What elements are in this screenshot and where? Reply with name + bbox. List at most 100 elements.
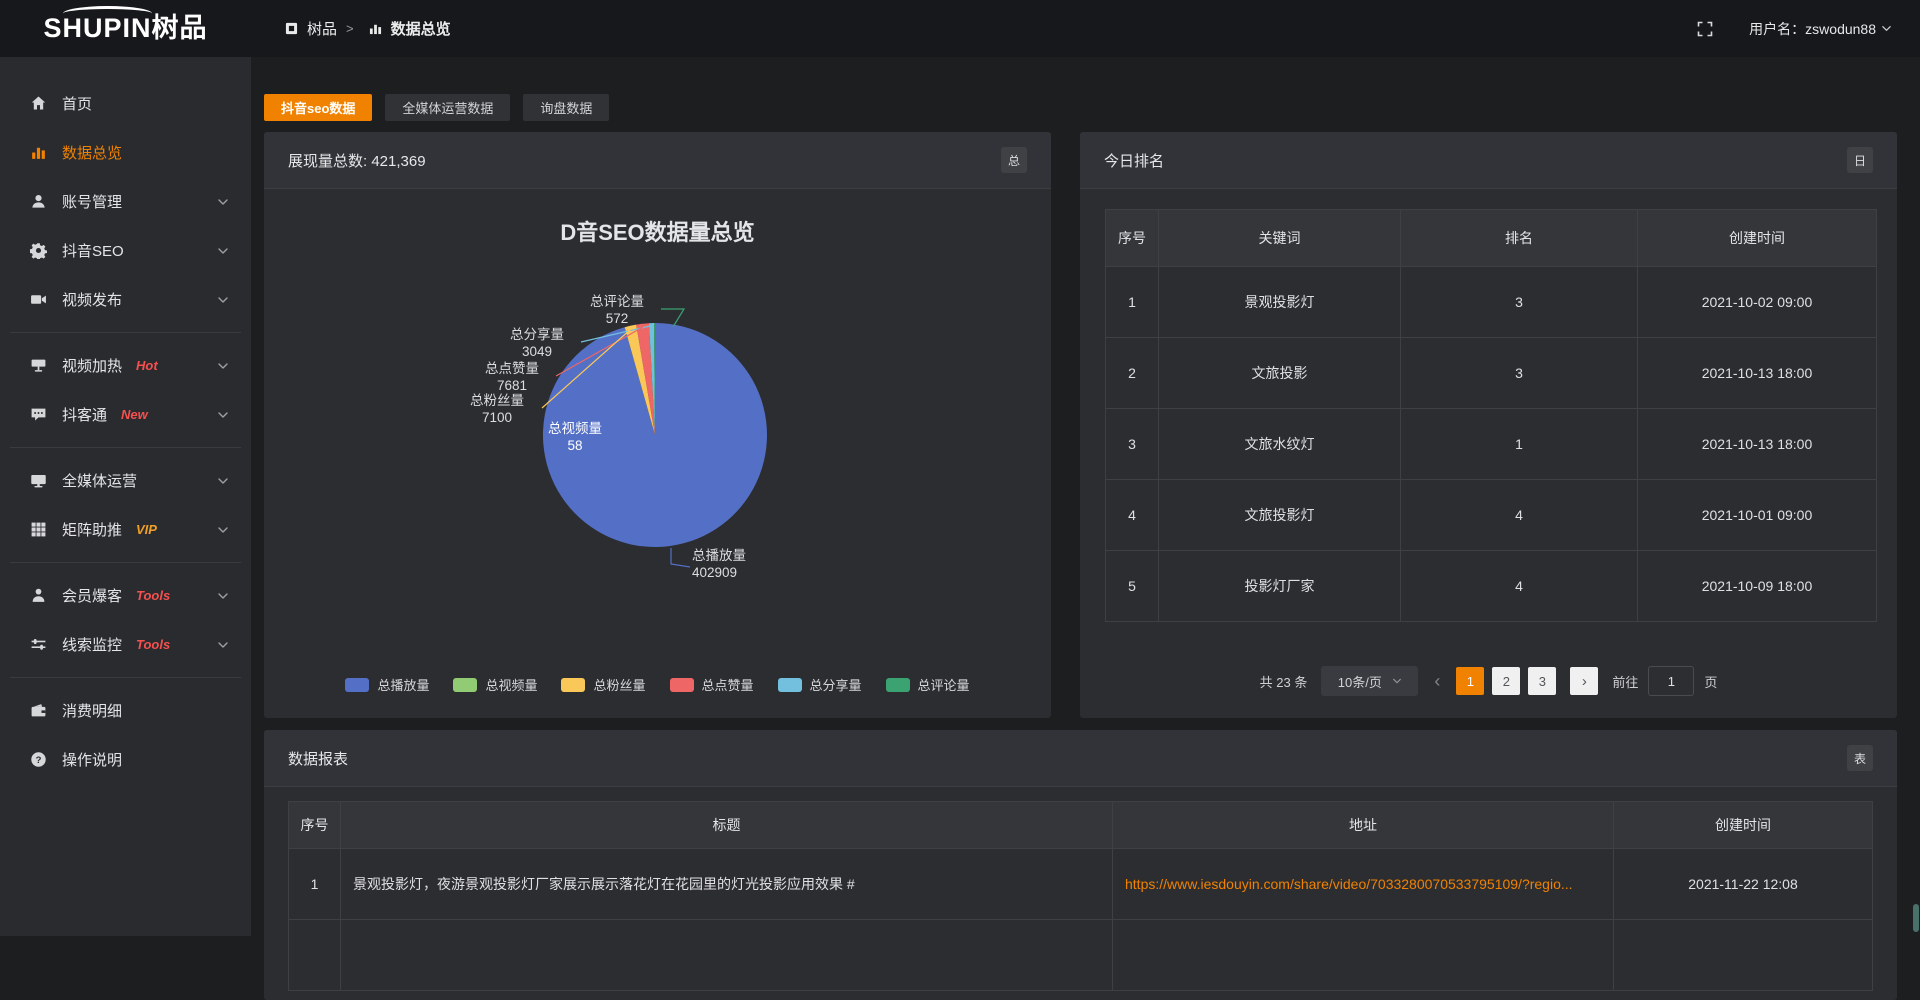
goto-page-input[interactable]: 1: [1648, 666, 1694, 696]
ranking-panel-title: 今日排名: [1104, 150, 1164, 171]
pagination: 共 23 条 10条/页 ‹ 123 › 前往 1 页: [1080, 666, 1897, 696]
pie-label-fans: 总粉丝量 7100: [452, 392, 542, 426]
bar-chart-icon: [30, 144, 47, 161]
pie-label-plays: 总播放量 402909: [692, 547, 812, 581]
legend-item[interactable]: 总点赞量: [670, 675, 754, 694]
page-button-1[interactable]: 1: [1456, 667, 1484, 695]
pie-chart[interactable]: [264, 189, 1051, 718]
tab-bar: 抖音seo数据全媒体运营数据询盘数据: [264, 94, 1920, 121]
goto-page: 前往 1 页: [1612, 666, 1717, 696]
chart-legend: 总播放量 总视频量 总粉丝量 总点赞量 总分享量 总评论量: [264, 675, 1051, 694]
chevron-down-icon: [1392, 676, 1402, 686]
legend-marker: [561, 678, 585, 692]
sidebar-item-member-baoke[interactable]: 会员爆客Tools: [0, 571, 251, 620]
pie-label-videos: 总视频量 58: [530, 420, 620, 454]
table-cell: 2021-10-01 09:00: [1638, 480, 1877, 551]
legend-label: 总粉丝量: [593, 675, 645, 694]
next-page-button[interactable]: ›: [1570, 667, 1598, 695]
legend-item[interactable]: 总评论量: [886, 675, 970, 694]
chevron-down-icon: [217, 294, 229, 306]
report-link[interactable]: https://www.iesdouyin.com/share/video/70…: [1125, 876, 1573, 892]
column-header: 关键词: [1159, 210, 1401, 267]
sidebar-divider: [10, 677, 241, 678]
column-header: 地址: [1113, 802, 1614, 849]
breadcrumb-root[interactable]: 树品: [307, 18, 337, 39]
table-cell: 2021-10-09 18:00: [1638, 551, 1877, 622]
sidebar-item-video-heating[interactable]: 视频加热Hot: [0, 341, 251, 390]
legend-item[interactable]: 总粉丝量: [561, 675, 645, 694]
legend-item[interactable]: 总视频量: [453, 675, 537, 694]
main-content: 抖音seo数据全媒体运营数据询盘数据 展现量总数: 421,369 总 D音SE…: [251, 57, 1920, 936]
monitor-icon: [30, 472, 47, 489]
sidebar-item-douyin-seo[interactable]: 抖音SEO: [0, 226, 251, 275]
sidebar-item-douketong[interactable]: 抖客通New: [0, 390, 251, 439]
sidebar-item-label: 抖音SEO: [62, 240, 124, 261]
top-bar: SHUPIN树品 树品 > 数据总览 用户名：zswodun88: [0, 0, 1920, 57]
sidebar-item-operation-guide[interactable]: ?操作说明: [0, 735, 251, 784]
chevron-down-icon: [217, 590, 229, 602]
table-cell: 文旅投影灯: [1159, 480, 1401, 551]
chevron-down-icon: [217, 639, 229, 651]
sidebar-item-consumption-details[interactable]: 消费明细: [0, 686, 251, 735]
legend-item[interactable]: 总分享量: [778, 675, 862, 694]
sidebar-item-lead-monitoring[interactable]: 线索监控Tools: [0, 620, 251, 669]
scrollbar[interactable]: [1912, 57, 1919, 936]
table-row: 1景观投影灯，夜游景观投影灯厂家展示展示落花灯在花园里的灯光投影应用效果 #ht…: [289, 849, 1873, 920]
report-panel-title: 数据报表: [288, 748, 348, 769]
page-button-2[interactable]: 2: [1492, 667, 1520, 695]
report-corner-button[interactable]: 表: [1847, 745, 1873, 771]
tab-2[interactable]: 询盘数据: [523, 94, 609, 121]
sidebar-item-home[interactable]: 首页: [0, 79, 251, 128]
page-buttons: 123: [1456, 667, 1556, 695]
chart-title: D音SEO数据量总览: [264, 215, 1051, 247]
table-cell: 2021-10-02 09:00: [1638, 267, 1877, 338]
scrollbar-thumb[interactable]: [1913, 904, 1919, 932]
ranking-corner-button[interactable]: 日: [1847, 147, 1873, 173]
legend-marker: [345, 678, 369, 692]
table-cell: 1: [289, 849, 341, 920]
sidebar-item-account-management[interactable]: 账号管理: [0, 177, 251, 226]
sidebar-item-omni-media-operation[interactable]: 全媒体运营: [0, 456, 251, 505]
tab-1[interactable]: 全媒体运营数据: [385, 94, 510, 121]
sidebar-item-label: 消费明细: [62, 700, 122, 721]
overview-panel-title: 展现量总数: 421,369: [288, 150, 426, 171]
sidebar-item-label: 线索监控: [62, 634, 122, 655]
sidebar-item-matrix-boost[interactable]: 矩阵助推VIP: [0, 505, 251, 554]
fullscreen-icon[interactable]: [1697, 21, 1713, 37]
overview-corner-button[interactable]: 总: [1001, 147, 1027, 173]
table-cell: 2021-10-13 18:00: [1638, 409, 1877, 480]
legend-item[interactable]: 总播放量: [345, 675, 429, 694]
report-panel-header: 数据报表 表: [264, 730, 1897, 787]
sidebar-item-label: 视频加热: [62, 355, 122, 376]
sidebar-item-label: 全媒体运营: [62, 470, 137, 491]
projector-screen-icon: [30, 357, 47, 374]
user-menu[interactable]: 用户名：zswodun88: [1749, 19, 1892, 39]
legend-marker: [670, 678, 694, 692]
grid-icon: [30, 521, 47, 538]
username-label: 用户名：zswodun88: [1749, 19, 1876, 39]
sidebar-item-video-publish[interactable]: 视频发布: [0, 275, 251, 324]
sidebar-item-badge: VIP: [136, 522, 157, 537]
sidebar-item-label: 数据总览: [62, 142, 122, 163]
app-logo: SHUPIN树品: [43, 15, 207, 42]
legend-label: 总评论量: [918, 675, 970, 694]
prev-page-button[interactable]: ‹: [1432, 672, 1442, 690]
table-cell: 5: [1106, 551, 1159, 622]
table-cell: 4: [1401, 551, 1638, 622]
table-cell: 文旅水纹灯: [1159, 409, 1401, 480]
tab-0[interactable]: 抖音seo数据: [264, 94, 372, 121]
table-cell: 1: [1106, 267, 1159, 338]
page-size-select[interactable]: 10条/页: [1321, 666, 1418, 696]
table-cell: 3: [1106, 409, 1159, 480]
sidebar-divider: [10, 447, 241, 448]
chevron-down-icon: [217, 245, 229, 257]
table-cell: 2: [1106, 338, 1159, 409]
sidebar-item-label: 抖客通: [62, 404, 107, 425]
table-cell: 2021-10-13 18:00: [1638, 338, 1877, 409]
sidebar-item-data-overview[interactable]: 数据总览: [0, 128, 251, 177]
table-row: 2文旅投影32021-10-13 18:00: [1106, 338, 1877, 409]
table-row-partial: [289, 920, 1873, 991]
legend-marker: [453, 678, 477, 692]
page-button-3[interactable]: 3: [1528, 667, 1556, 695]
report-url-cell: https://www.iesdouyin.com/share/video/70…: [1113, 849, 1614, 920]
